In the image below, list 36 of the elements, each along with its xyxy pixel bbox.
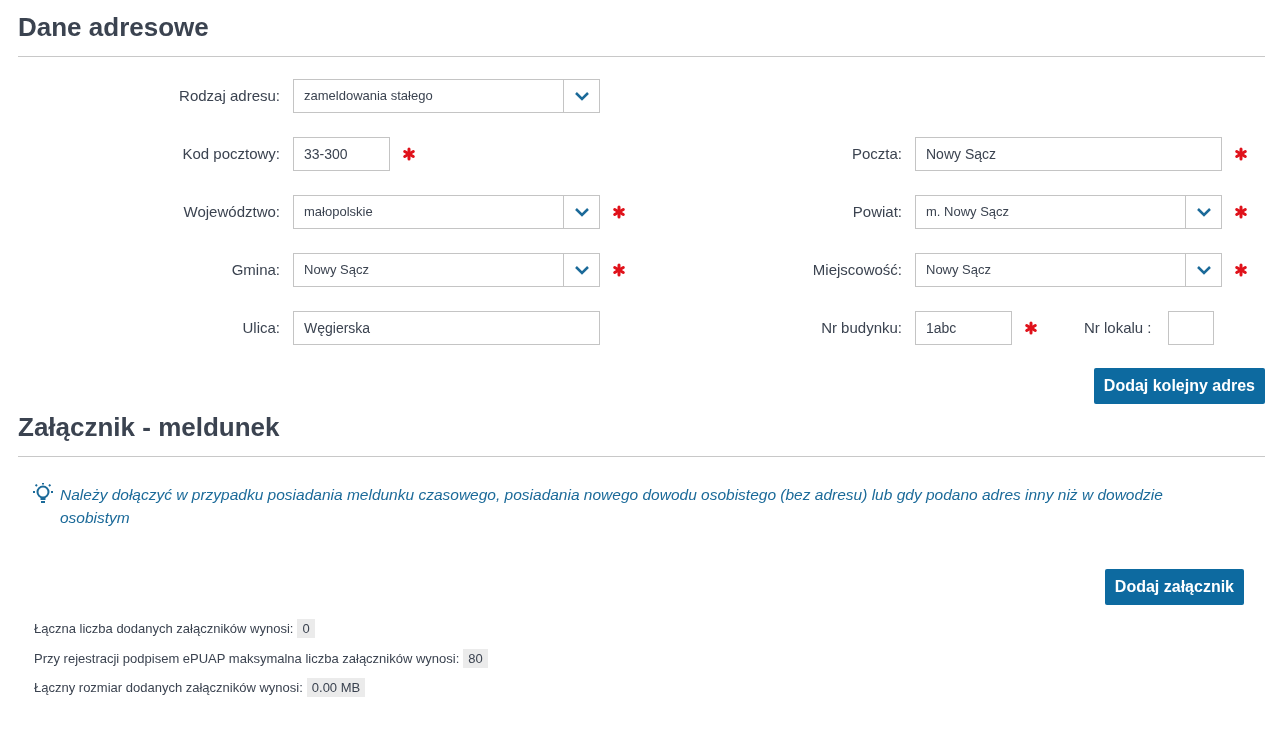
dropdown-field[interactable]: zameldowania stałego <box>293 79 600 114</box>
add-address-button[interactable]: Dodaj kolejny adres <box>1093 368 1265 405</box>
stat-value: 0.00 MB <box>306 678 366 698</box>
stat-value: 80 <box>463 648 488 668</box>
text-field[interactable]: Nowy Sącz <box>915 137 1222 172</box>
field-label: Kod pocztowy: <box>181 143 280 164</box>
dropdown-field[interactable]: Nowy Sącz <box>293 253 600 288</box>
add-attachment-button[interactable]: Dodaj załącznik <box>1104 569 1244 606</box>
section-title: Dane adresowe <box>18 12 210 44</box>
section-title: Załącznik - meldunek <box>18 412 281 444</box>
field-label: Ulica: <box>241 317 280 338</box>
stat-label: Łączny rozmiar dodanych załączników wynosi: <box>34 680 303 696</box>
chevron-down-icon <box>573 265 590 276</box>
text-field[interactable] <box>1167 311 1214 346</box>
field-label: Gmina: <box>230 259 280 280</box>
field-label: Nr budynku: <box>820 317 902 338</box>
dropdown-field[interactable]: Nowy Sącz <box>915 253 1222 288</box>
chevron-down-icon <box>573 91 590 102</box>
chevron-down-icon <box>573 207 590 218</box>
stat-value: 0 <box>297 619 315 639</box>
dropdown-field[interactable]: małopolskie <box>293 195 600 230</box>
field-label: Rodzaj adresu: <box>178 85 280 106</box>
stat-label: Przy rejestracji podpisem ePUAP maksymalna liczba załączników wynosi: <box>34 650 460 666</box>
stat-label: Łączna liczba dodanych załączników wynosi: <box>34 621 294 637</box>
dropdown-field[interactable]: m. Nowy Sącz <box>915 195 1222 230</box>
chevron-down-icon <box>1195 207 1212 218</box>
text-field[interactable]: 1abc <box>915 311 1012 346</box>
field-label: Nr lokalu : <box>1084 317 1152 338</box>
chevron-down-icon <box>1195 265 1212 276</box>
text-field[interactable]: Węgierska <box>293 311 600 346</box>
field-label: Poczta: <box>850 143 902 164</box>
field-label: Powiat: <box>851 201 902 222</box>
field-label: Województwo: <box>182 201 280 222</box>
info-text: Należy dołączyć w przypadku posiadania meldunku czasowego, posiadania nowego dowodu osobistego (bez adresu) lub gdy podano adres inny niż w dowodzie osobistym <box>60 485 1164 528</box>
field-label: Miejscowość: <box>811 259 902 280</box>
text-field[interactable]: 33-300 <box>293 137 390 172</box>
